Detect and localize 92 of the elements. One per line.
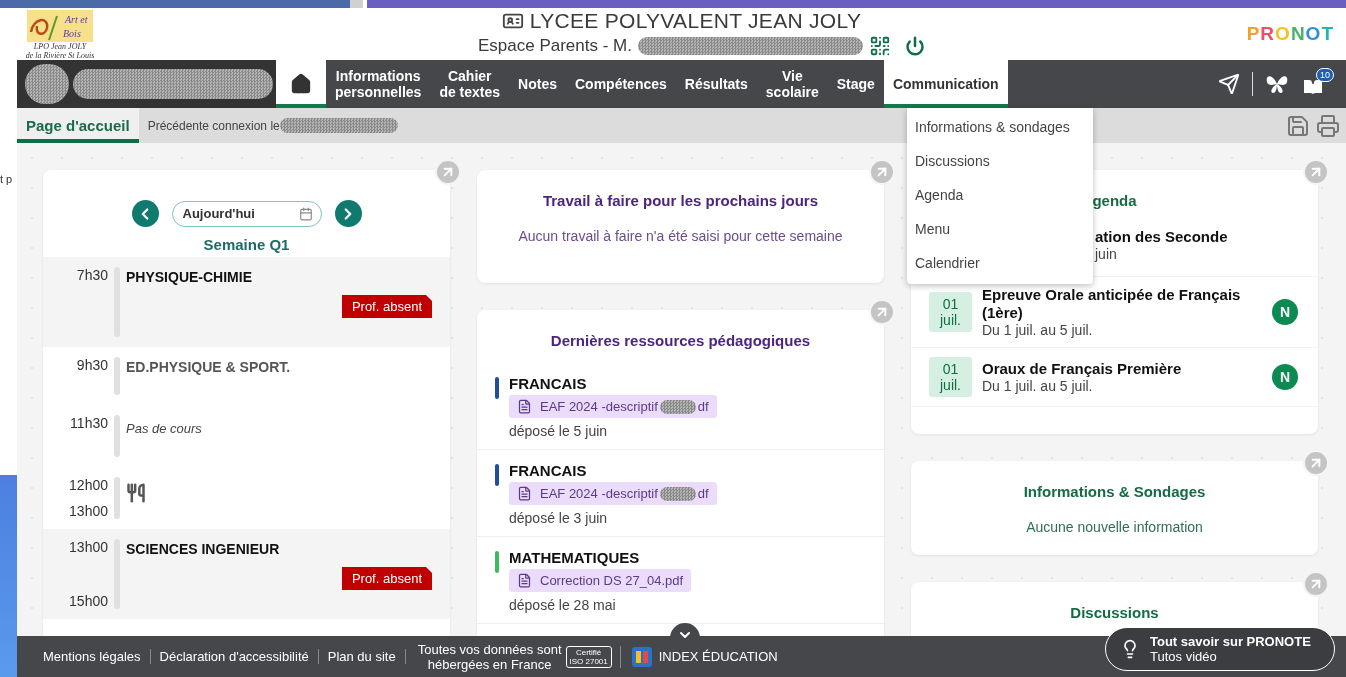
time-bar	[114, 477, 120, 519]
save-icon[interactable]	[1286, 113, 1310, 138]
butterfly-icon[interactable]	[1265, 74, 1289, 94]
new-badge: N	[1272, 299, 1298, 325]
event-title: ation des Seconde	[1095, 228, 1228, 246]
next-button[interactable]	[334, 200, 362, 227]
previous-button[interactable]	[131, 200, 159, 227]
time-bar	[114, 357, 120, 395]
logo-caption: de la Rivière St Louis	[25, 50, 95, 60]
event-title: Oraux de Français Première	[982, 360, 1183, 378]
upload-date: déposé le 28 mai	[509, 596, 616, 613]
redacted-block	[659, 399, 696, 414]
redacted-block	[659, 486, 696, 501]
menu-item[interactable]: Agenda	[907, 178, 1093, 212]
file-link[interactable]: EAF 2024 -descriptif df	[509, 482, 717, 505]
card-title: genda	[1092, 192, 1137, 209]
event-dates: juin	[1095, 246, 1117, 262]
nav-tab[interactable]: Cahier de textes	[430, 60, 510, 108]
nav-tab[interactable]: Compétences	[566, 60, 676, 108]
event-title: Epreuve Orale anticipée de Français (1ère)	[982, 286, 1242, 322]
nav-tab[interactable]: Informations personnelles	[326, 60, 431, 108]
menu-item[interactable]: Menu	[907, 212, 1093, 246]
send-icon[interactable]	[1218, 73, 1240, 95]
brand-logo: PRONOT	[1246, 23, 1334, 45]
certification-badge: Certifié ISO 27001	[565, 645, 612, 668]
power-icon[interactable]	[905, 36, 925, 56]
menu-item[interactable]: Discussions	[907, 144, 1093, 178]
home-tab[interactable]	[276, 60, 326, 108]
footer-link[interactable]: Déclaration d'accessibilité	[150, 649, 319, 664]
time-label: 13h00	[69, 539, 108, 555]
time-label: 7h30	[76, 267, 108, 283]
time-label: 12h00	[69, 477, 108, 493]
publisher-logo-icon	[630, 645, 653, 668]
card-title: Dernières ressources pédagogiques	[550, 332, 811, 349]
print-icon[interactable]	[1316, 113, 1340, 138]
nav-tab[interactable]: Vie scolaire	[756, 60, 828, 108]
file-link[interactable]: Correction DS 27_04.pdf	[509, 569, 692, 592]
card-title: Informations & Sondages	[1023, 483, 1206, 500]
time-label: 9h30	[76, 357, 108, 373]
backdrop-text: t p	[0, 173, 14, 185]
help-button[interactable]: Tout savoir sur PRONOTE Tutos vidéo	[1105, 627, 1335, 671]
resource-subject: FRANCAIS	[509, 462, 587, 479]
time-bar	[114, 415, 120, 457]
resource-subject: MATHEMATIQUES	[509, 549, 640, 566]
menu-item[interactable]: Informations & sondages	[907, 110, 1093, 144]
upload-date: déposé le 3 juin	[509, 509, 608, 526]
nav-tab[interactable]: Communication	[883, 60, 1008, 108]
empty-message: Aucun travail à faire n'a été saisi pour cette semaine	[517, 227, 844, 245]
nav-tab[interactable]: Stage	[827, 60, 884, 108]
upload-date: déposé le 5 juin	[509, 422, 608, 439]
event-dates: Du 1 juil. au 5 juil.	[982, 378, 1094, 394]
publisher-name: INDEX ÉDUCATION	[658, 649, 778, 664]
time-label: 11h30	[70, 415, 108, 431]
resource-subject: FRANCAIS	[509, 375, 587, 392]
footer-link[interactable]: Mentions légales	[34, 649, 151, 664]
school-name: LYCEE POLYVALENT JEAN JOLY	[529, 9, 862, 33]
time-label: 15h00	[69, 593, 108, 609]
home-icon	[290, 73, 312, 95]
absence-tag: Prof. absent	[341, 567, 432, 590]
course-subject: ED.PHYSIQUE & SPORT.	[126, 358, 292, 375]
nav-tab[interactable]: Notes	[509, 60, 566, 108]
footer-link[interactable]: Plan du site	[318, 649, 406, 664]
menu-item[interactable]: Calendrier	[907, 246, 1093, 280]
parent-space-label: Espace Parents - M.	[478, 36, 632, 56]
absence-tag: Prof. absent	[341, 295, 432, 318]
file-icon	[517, 573, 532, 588]
course-subject: SCIENCES INGENIEUR	[126, 540, 281, 557]
no-class-note: Pas de cours	[126, 420, 203, 436]
cutlery-icon	[126, 483, 146, 503]
event-date: 01 juil.	[929, 292, 972, 332]
calendar-icon	[298, 206, 313, 221]
notification-badge: 10	[1316, 68, 1334, 82]
redacted-block	[25, 64, 69, 104]
file-link[interactable]: EAF 2024 -descriptif df	[509, 395, 717, 418]
week-label: Semaine Q1	[202, 235, 291, 255]
card-title: Discussions	[1070, 604, 1159, 621]
event-dates: Du 1 juil. au 5 juil.	[982, 322, 1094, 338]
card-title: Travail à faire pour les prochains jours	[542, 192, 819, 209]
nav-tab[interactable]: Résultats	[675, 60, 757, 108]
time-label: 13h00	[69, 503, 108, 519]
hosting-note: Toutes vos données sont hébergées en France	[416, 641, 563, 672]
file-icon	[517, 486, 532, 501]
event-date: 01 juil.	[929, 357, 972, 397]
qr-code-icon[interactable]	[869, 35, 891, 57]
empty-message: Aucune nouvelle information	[1025, 518, 1204, 536]
school-logo: Art et Bois	[25, 9, 95, 42]
page-tab[interactable]: Page d'accueil	[17, 108, 139, 143]
course-subject: PHYSIQUE-CHIMIE	[126, 268, 253, 285]
previous-connection-text: Précédente connexion le	[147, 118, 280, 133]
file-icon	[517, 399, 532, 414]
new-badge: N	[1272, 364, 1298, 390]
logo-caption: LPO Jean JOLY	[33, 41, 87, 51]
